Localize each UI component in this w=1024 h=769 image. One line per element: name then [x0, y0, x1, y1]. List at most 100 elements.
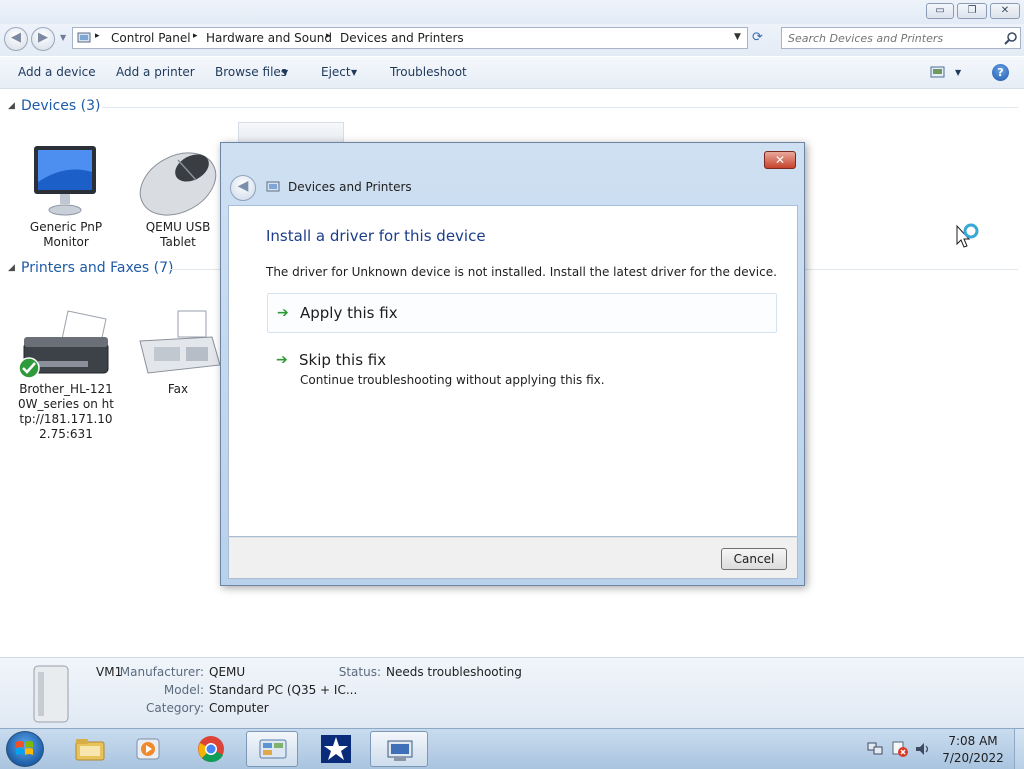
back-button[interactable]: ◀ [4, 27, 28, 51]
add-device-button[interactable]: Add a device [18, 65, 96, 79]
breadcrumb-control-panel[interactable]: Control Panel [111, 31, 191, 45]
help-icon[interactable]: ? [992, 64, 1009, 81]
devices-group-header[interactable]: Devices (3) [21, 98, 100, 114]
category-value: Computer [209, 701, 269, 715]
printer-label: Brother_HL-1210W_series on http://181.17… [18, 382, 114, 441]
skip-fix-option[interactable]: ➔ Skip this fix Continue troubleshooting… [267, 346, 777, 390]
printer-label: Fax [167, 382, 189, 396]
taskbar-chrome[interactable] [186, 731, 238, 767]
star-app-icon [321, 735, 351, 763]
refresh-icon[interactable]: ⟳ [752, 30, 763, 45]
devices-and-printers-icon [387, 740, 413, 761]
recent-pages-dropdown[interactable]: ▼ [60, 33, 66, 42]
dialog-title: Devices and Printers [288, 180, 412, 194]
address-bar[interactable]: ▸ Control Panel ▸ Hardware and Sound ▸ D… [72, 27, 748, 49]
printer-brother-hl-1210w[interactable]: Brother_HL-1210W_series on http://181.17… [18, 305, 114, 445]
skip-fix-label: Skip this fix [299, 351, 387, 369]
add-printer-button[interactable]: Add a printer [116, 65, 195, 79]
green-arrow-icon: ➔ [277, 305, 289, 321]
close-icon: ✕ [774, 153, 786, 167]
model-value: Standard PC (Q35 + IC... [209, 683, 358, 697]
windows-logo-icon [16, 741, 33, 755]
device-qemu-usb-tablet[interactable]: QEMU USB Tablet [132, 142, 224, 254]
clock-date[interactable]: 7/20/2022 [938, 751, 1008, 765]
mouse-icon [139, 152, 217, 216]
status-label: Status: [338, 665, 381, 679]
collapse-printers-icon[interactable]: ◢ [8, 263, 15, 273]
taskbar-media-player[interactable] [122, 731, 174, 767]
printer-fax[interactable]: Fax [132, 305, 224, 405]
manufacturer-value: QEMU [209, 665, 246, 679]
skip-fix-description: Continue troubleshooting without applyin… [300, 373, 605, 387]
device-label: QEMU USB Tablet [145, 220, 211, 249]
group-divider [102, 107, 1018, 108]
fax-icon [139, 310, 221, 374]
printers-group-header[interactable]: Printers and Faxes (7) [21, 260, 174, 276]
taskbar-control-panel[interactable] [246, 731, 298, 767]
dialog-heading: Install a driver for this device [266, 227, 486, 245]
browse-files-dropdown-icon[interactable]: ▼ [282, 68, 288, 77]
change-view-icon[interactable] [930, 66, 946, 78]
device-generic-pnp-monitor[interactable]: Generic PnP Monitor [20, 142, 112, 254]
close-button[interactable]: ✕ [990, 3, 1020, 19]
minimize-icon: ▭ [935, 5, 945, 16]
minimize-button[interactable]: ▭ [926, 3, 954, 19]
control-panel-icon [77, 32, 91, 43]
dialog-description: The driver for Unknown device is not ins… [266, 265, 777, 279]
breadcrumb-devices-and-printers[interactable]: Devices and Printers [340, 31, 464, 45]
device-label: Generic PnP Monitor [29, 220, 103, 249]
dialog-back-button[interactable]: ◀ [230, 175, 256, 201]
monitor-icon [34, 146, 96, 216]
category-label: Category: [146, 701, 204, 715]
dialog-content: Install a driver for this device The dri… [228, 205, 798, 537]
eject-dropdown-icon[interactable]: ▼ [351, 68, 357, 77]
restore-button[interactable]: ❐ [957, 3, 987, 19]
taskbar-app-star[interactable] [310, 731, 362, 767]
breadcrumb-separator[interactable]: ▸ [326, 31, 331, 41]
volume-icon[interactable] [914, 741, 932, 757]
media-player-icon [136, 738, 160, 760]
restore-icon: ❐ [967, 5, 977, 16]
chrome-icon [198, 736, 224, 763]
action-center-warning-icon[interactable] [891, 741, 909, 757]
taskbar-devices-and-printers[interactable] [370, 731, 428, 767]
breadcrumb-separator: ▸ [95, 31, 100, 41]
dialog-footer: Cancel [228, 537, 798, 579]
collapse-devices-icon[interactable]: ◢ [8, 101, 15, 111]
view-options-dropdown-icon[interactable]: ▼ [955, 68, 961, 77]
apply-fix-label: Apply this fix [300, 304, 398, 322]
forward-arrow-icon: ▶ [38, 30, 48, 45]
manufacturer-label: Manufacturer: [119, 665, 204, 679]
breadcrumb-hardware-and-sound[interactable]: Hardware and Sound [206, 31, 332, 45]
start-button[interactable] [6, 731, 44, 767]
taskbar: 7:08 AM 7/20/2022 [0, 728, 1024, 769]
control-panel-icon [259, 739, 287, 759]
cancel-button[interactable]: Cancel [721, 548, 787, 570]
search-input[interactable] [788, 30, 998, 46]
close-icon: ✕ [1000, 5, 1010, 16]
computer-tower-icon [33, 665, 69, 723]
show-desktop-button[interactable] [1014, 729, 1024, 769]
eject-button[interactable]: Eject [321, 65, 351, 79]
model-label: Model: [163, 683, 204, 697]
folder-icon [75, 739, 105, 761]
forward-button[interactable]: ▶ [31, 27, 55, 51]
network-icon[interactable] [866, 741, 884, 757]
details-pane: VM1 Manufacturer: QEMU Model: Standard P… [0, 657, 1024, 729]
devices-and-printers-icon [266, 181, 280, 192]
search-icon[interactable] [1004, 31, 1018, 45]
breadcrumb-separator[interactable]: ▸ [193, 31, 198, 41]
green-arrow-icon: ➔ [276, 352, 288, 368]
apply-fix-option[interactable]: ➔ Apply this fix [267, 293, 777, 333]
back-arrow-icon: ◀ [11, 30, 21, 45]
taskbar-explorer[interactable] [64, 731, 116, 767]
default-printer-check-icon [18, 357, 40, 379]
address-dropdown-icon[interactable]: ▼ [734, 32, 741, 42]
search-box[interactable] [781, 27, 1021, 49]
back-arrow-icon: ◀ [237, 178, 249, 194]
clock-time[interactable]: 7:08 AM [938, 734, 1008, 748]
browse-files-button[interactable]: Browse files [215, 65, 287, 79]
troubleshoot-button[interactable]: Troubleshoot [390, 65, 467, 79]
dialog-close-button[interactable]: ✕ [764, 151, 796, 169]
command-bar: Add a device Add a printer Browse files … [0, 57, 1024, 89]
